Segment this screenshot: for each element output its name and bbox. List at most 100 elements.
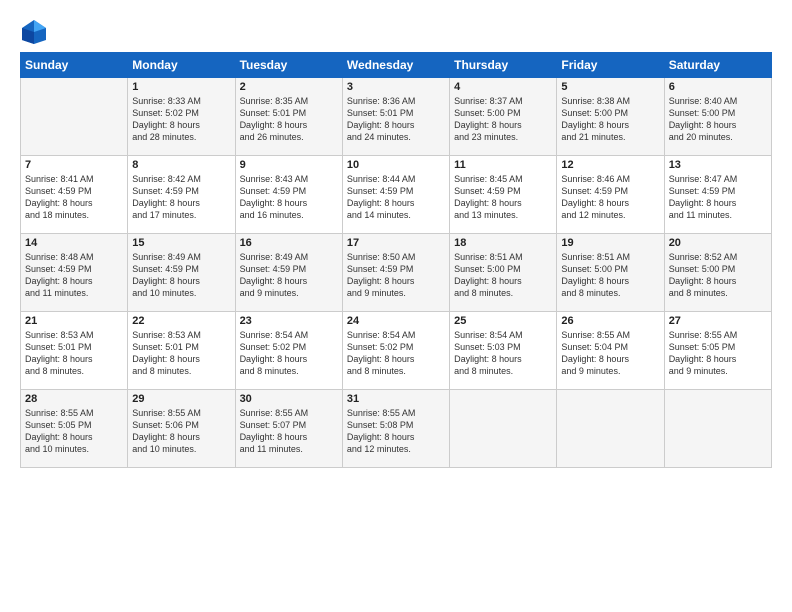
day-number: 8 (132, 159, 230, 171)
cell-info: Sunrise: 8:41 AM Sunset: 4:59 PM Dayligh… (25, 173, 123, 222)
day-number: 2 (240, 81, 338, 93)
day-number: 23 (240, 315, 338, 327)
cell-info: Sunrise: 8:36 AM Sunset: 5:01 PM Dayligh… (347, 95, 445, 144)
cell-info: Sunrise: 8:50 AM Sunset: 4:59 PM Dayligh… (347, 251, 445, 300)
day-number: 30 (240, 393, 338, 405)
calendar-cell: 29 Sunrise: 8:55 AM Sunset: 5:06 PM Dayli… (128, 390, 235, 468)
day-number: 13 (669, 159, 767, 171)
calendar-cell: 6 Sunrise: 8:40 AM Sunset: 5:00 PM Daylig… (664, 78, 771, 156)
calendar-cell: 5 Sunrise: 8:38 AM Sunset: 5:00 PM Daylig… (557, 78, 664, 156)
cell-info: Sunrise: 8:40 AM Sunset: 5:00 PM Dayligh… (669, 95, 767, 144)
calendar-cell (557, 390, 664, 468)
week-row-3: 14 Sunrise: 8:48 AM Sunset: 4:59 PM Dayli… (21, 234, 772, 312)
calendar-cell (21, 78, 128, 156)
day-number: 31 (347, 393, 445, 405)
calendar-cell: 10 Sunrise: 8:44 AM Sunset: 4:59 PM Dayli… (342, 156, 449, 234)
day-number: 26 (561, 315, 659, 327)
calendar-cell: 28 Sunrise: 8:55 AM Sunset: 5:05 PM Dayli… (21, 390, 128, 468)
cell-info: Sunrise: 8:55 AM Sunset: 5:06 PM Dayligh… (132, 407, 230, 456)
calendar-table: SundayMondayTuesdayWednesdayThursdayFrid… (20, 52, 772, 468)
calendar-cell: 9Sunrise: 8:43 AM Sunset: 4:59 PM Daylig… (235, 156, 342, 234)
cell-info: Sunrise: 8:55 AM Sunset: 5:07 PM Dayligh… (240, 407, 338, 456)
cell-info: Sunrise: 8:54 AM Sunset: 5:02 PM Dayligh… (240, 329, 338, 378)
week-row-2: 7Sunrise: 8:41 AM Sunset: 4:59 PM Daylig… (21, 156, 772, 234)
day-number: 15 (132, 237, 230, 249)
cell-info: Sunrise: 8:51 AM Sunset: 5:00 PM Dayligh… (561, 251, 659, 300)
calendar-cell: 15 Sunrise: 8:49 AM Sunset: 4:59 PM Dayli… (128, 234, 235, 312)
cell-info: Sunrise: 8:53 AM Sunset: 5:01 PM Dayligh… (25, 329, 123, 378)
calendar-header: SundayMondayTuesdayWednesdayThursdayFrid… (21, 53, 772, 78)
calendar-cell: 8 Sunrise: 8:42 AM Sunset: 4:59 PM Daylig… (128, 156, 235, 234)
cell-info: Sunrise: 8:48 AM Sunset: 4:59 PM Dayligh… (25, 251, 123, 300)
header (20, 18, 772, 46)
calendar-cell: 14 Sunrise: 8:48 AM Sunset: 4:59 PM Dayli… (21, 234, 128, 312)
day-number: 4 (454, 81, 552, 93)
day-header-saturday: Saturday (664, 53, 771, 78)
cell-info: Sunrise: 8:55 AM Sunset: 5:04 PM Dayligh… (561, 329, 659, 378)
day-header-friday: Friday (557, 53, 664, 78)
day-number: 27 (669, 315, 767, 327)
cell-info: Sunrise: 8:49 AM Sunset: 4:59 PM Dayligh… (240, 251, 338, 300)
calendar-cell: 12 Sunrise: 8:46 AM Sunset: 4:59 PM Dayli… (557, 156, 664, 234)
cell-info: Sunrise: 8:51 AM Sunset: 5:00 PM Dayligh… (454, 251, 552, 300)
day-number: 21 (25, 315, 123, 327)
day-number: 19 (561, 237, 659, 249)
cell-info: Sunrise: 8:37 AM Sunset: 5:00 PM Dayligh… (454, 95, 552, 144)
cell-info: Sunrise: 8:53 AM Sunset: 5:01 PM Dayligh… (132, 329, 230, 378)
cell-info: Sunrise: 8:43 AM Sunset: 4:59 PM Dayligh… (240, 173, 338, 222)
day-number: 3 (347, 81, 445, 93)
week-row-4: 21 Sunrise: 8:53 AM Sunset: 5:01 PM Dayli… (21, 312, 772, 390)
day-number: 10 (347, 159, 445, 171)
calendar-cell: 16 Sunrise: 8:49 AM Sunset: 4:59 PM Dayli… (235, 234, 342, 312)
cell-info: Sunrise: 8:44 AM Sunset: 4:59 PM Dayligh… (347, 173, 445, 222)
calendar-cell: 7Sunrise: 8:41 AM Sunset: 4:59 PM Daylig… (21, 156, 128, 234)
calendar-cell: 20Sunrise: 8:52 AM Sunset: 5:00 PM Dayli… (664, 234, 771, 312)
calendar-cell: 13 Sunrise: 8:47 AM Sunset: 4:59 PM Dayli… (664, 156, 771, 234)
day-number: 29 (132, 393, 230, 405)
cell-info: Sunrise: 8:55 AM Sunset: 5:05 PM Dayligh… (25, 407, 123, 456)
day-header-tuesday: Tuesday (235, 53, 342, 78)
logo (20, 18, 50, 46)
day-number: 18 (454, 237, 552, 249)
cell-info: Sunrise: 8:55 AM Sunset: 5:08 PM Dayligh… (347, 407, 445, 456)
day-number: 17 (347, 237, 445, 249)
day-number: 12 (561, 159, 659, 171)
day-number: 1 (132, 81, 230, 93)
cell-info: Sunrise: 8:38 AM Sunset: 5:00 PM Dayligh… (561, 95, 659, 144)
calendar-cell: 30 Sunrise: 8:55 AM Sunset: 5:07 PM Dayli… (235, 390, 342, 468)
cell-info: Sunrise: 8:54 AM Sunset: 5:02 PM Dayligh… (347, 329, 445, 378)
day-number: 6 (669, 81, 767, 93)
logo-icon (20, 18, 48, 46)
day-header-wednesday: Wednesday (342, 53, 449, 78)
cell-info: Sunrise: 8:54 AM Sunset: 5:03 PM Dayligh… (454, 329, 552, 378)
day-number: 11 (454, 159, 552, 171)
cell-info: Sunrise: 8:45 AM Sunset: 4:59 PM Dayligh… (454, 173, 552, 222)
calendar-cell: 1 Sunrise: 8:33 AM Sunset: 5:02 PM Daylig… (128, 78, 235, 156)
day-number: 5 (561, 81, 659, 93)
cell-info: Sunrise: 8:49 AM Sunset: 4:59 PM Dayligh… (132, 251, 230, 300)
calendar-cell: 11 Sunrise: 8:45 AM Sunset: 4:59 PM Dayli… (450, 156, 557, 234)
calendar-cell: 24 Sunrise: 8:54 AM Sunset: 5:02 PM Dayli… (342, 312, 449, 390)
day-number: 28 (25, 393, 123, 405)
cell-info: Sunrise: 8:52 AM Sunset: 5:00 PM Dayligh… (669, 251, 767, 300)
calendar-cell (664, 390, 771, 468)
cell-info: Sunrise: 8:42 AM Sunset: 4:59 PM Dayligh… (132, 173, 230, 222)
calendar-cell: 3 Sunrise: 8:36 AM Sunset: 5:01 PM Daylig… (342, 78, 449, 156)
day-number: 14 (25, 237, 123, 249)
page: SundayMondayTuesdayWednesdayThursdayFrid… (0, 0, 792, 612)
day-header-monday: Monday (128, 53, 235, 78)
day-number: 16 (240, 237, 338, 249)
calendar-cell (450, 390, 557, 468)
calendar-cell: 2Sunrise: 8:35 AM Sunset: 5:01 PM Daylig… (235, 78, 342, 156)
calendar-cell: 17 Sunrise: 8:50 AM Sunset: 4:59 PM Dayli… (342, 234, 449, 312)
cell-info: Sunrise: 8:46 AM Sunset: 4:59 PM Dayligh… (561, 173, 659, 222)
cell-info: Sunrise: 8:47 AM Sunset: 4:59 PM Dayligh… (669, 173, 767, 222)
week-row-5: 28 Sunrise: 8:55 AM Sunset: 5:05 PM Dayli… (21, 390, 772, 468)
day-header-sunday: Sunday (21, 53, 128, 78)
calendar-cell: 31 Sunrise: 8:55 AM Sunset: 5:08 PM Dayli… (342, 390, 449, 468)
calendar-cell: 18 Sunrise: 8:51 AM Sunset: 5:00 PM Dayli… (450, 234, 557, 312)
day-header-thursday: Thursday (450, 53, 557, 78)
cell-info: Sunrise: 8:33 AM Sunset: 5:02 PM Dayligh… (132, 95, 230, 144)
day-number: 24 (347, 315, 445, 327)
calendar-cell: 19 Sunrise: 8:51 AM Sunset: 5:00 PM Dayli… (557, 234, 664, 312)
